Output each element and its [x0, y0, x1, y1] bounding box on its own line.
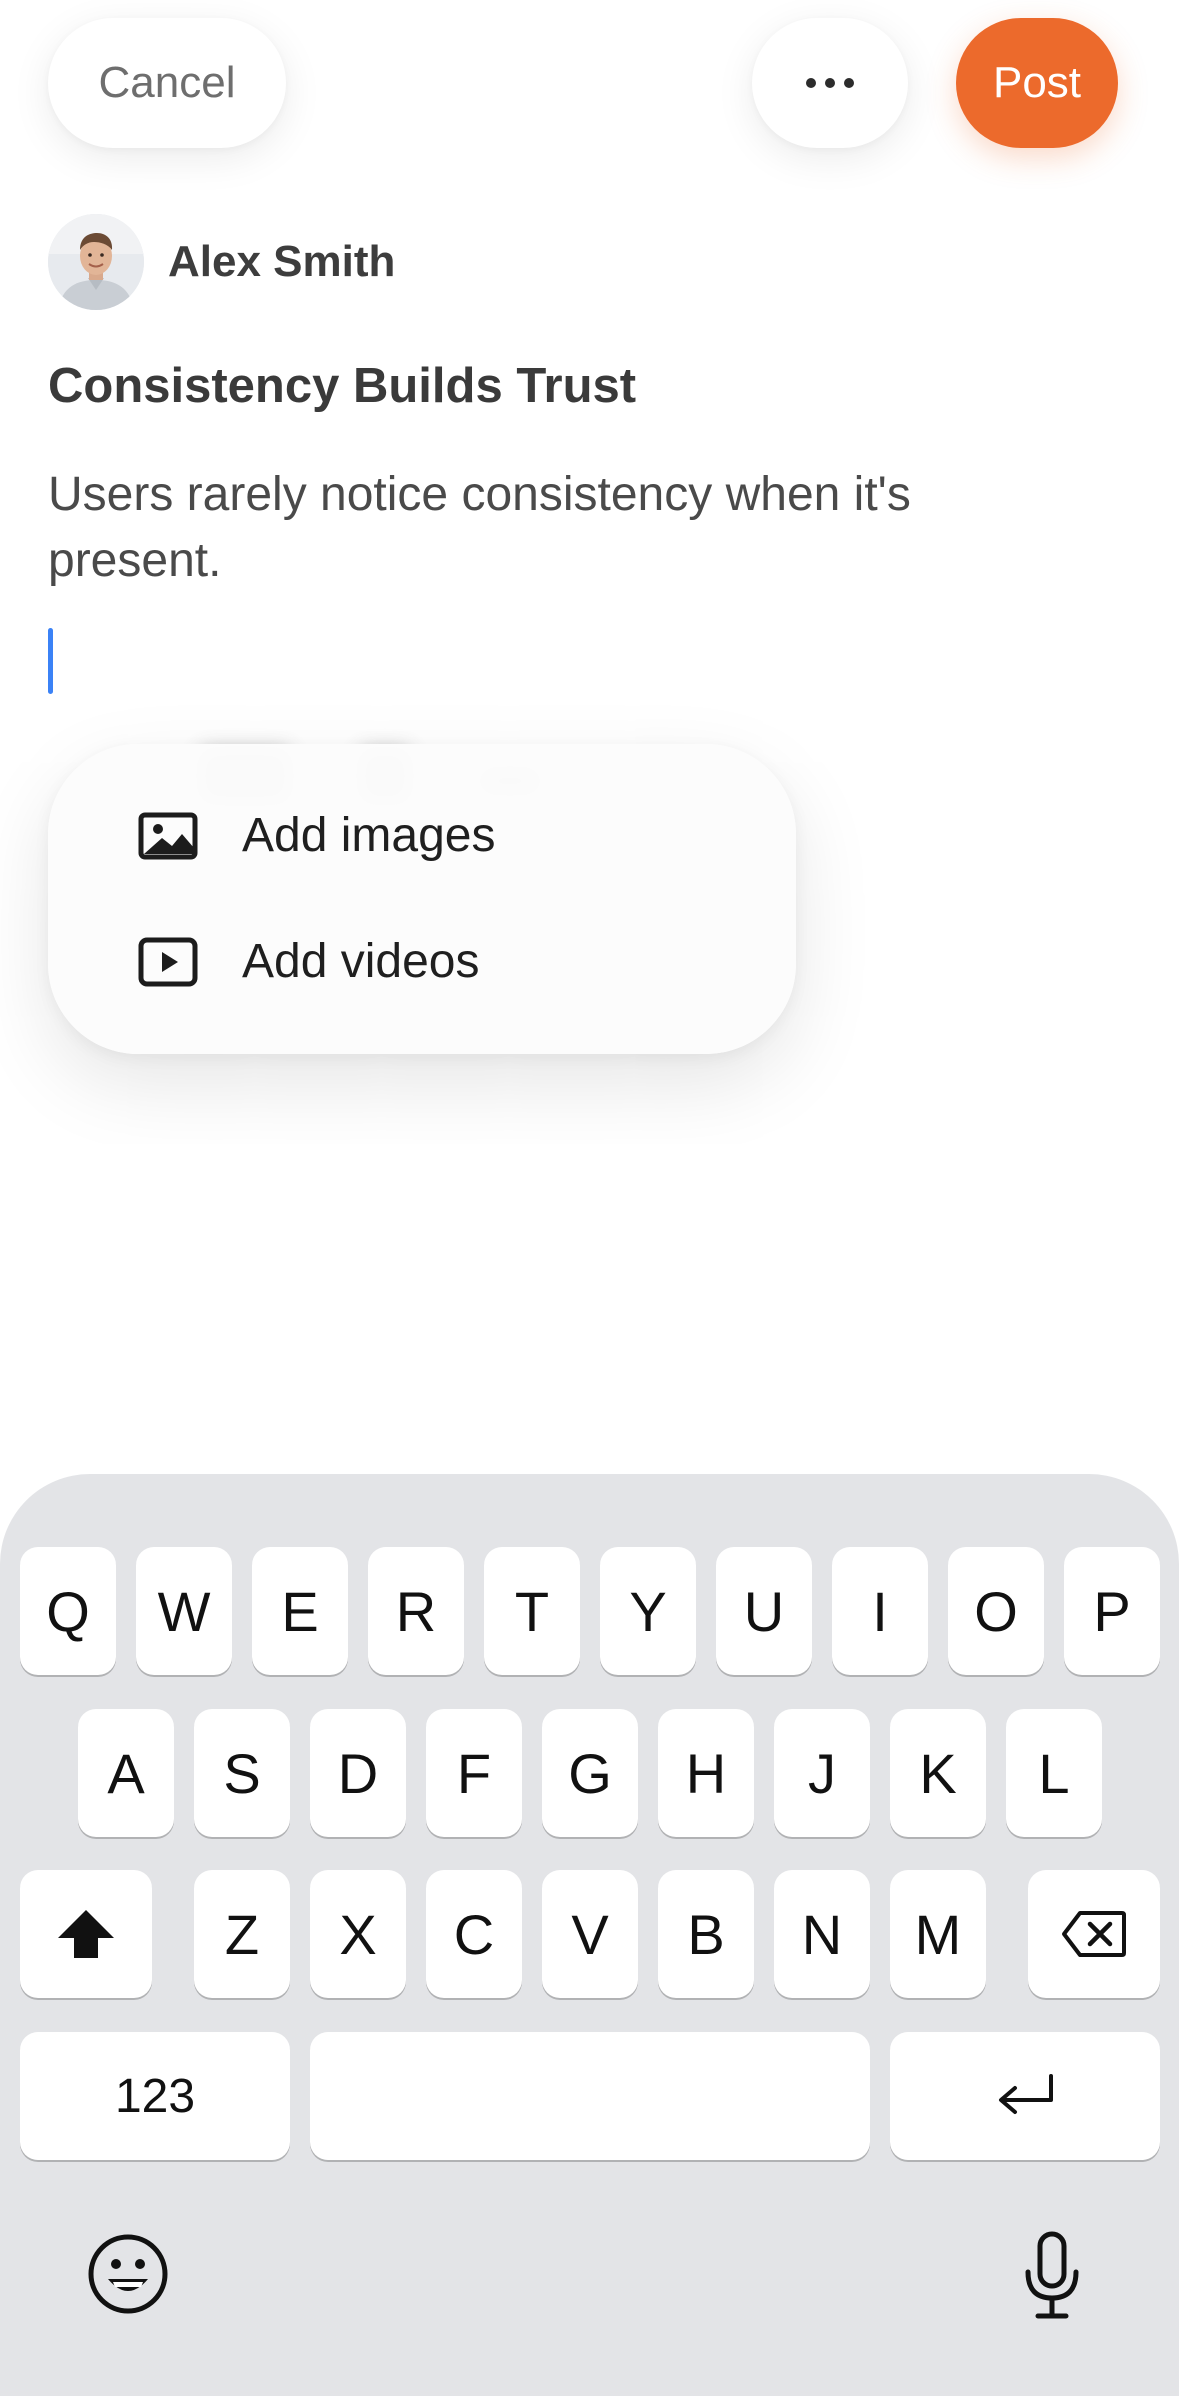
post-button[interactable]: Post	[956, 18, 1118, 148]
menu-item-label: Add images	[242, 809, 496, 862]
key-z[interactable]: Z	[194, 1870, 290, 1998]
key-y[interactable]: Y	[600, 1547, 696, 1675]
post-title[interactable]: Consistency Builds Trust	[48, 358, 636, 414]
shift-icon	[58, 1910, 114, 1958]
return-key[interactable]	[890, 2032, 1160, 2160]
key-l[interactable]: L	[1006, 1709, 1102, 1837]
key-b[interactable]: B	[658, 1870, 754, 1998]
space-key[interactable]	[310, 2032, 870, 2160]
menu-item-add-images[interactable]: Add images	[138, 808, 495, 863]
image-icon	[138, 810, 198, 862]
key-c[interactable]: C	[426, 1870, 522, 1998]
attach-media-menu: Add images Add videos	[48, 744, 796, 1054]
key-o[interactable]: O	[948, 1547, 1044, 1675]
return-icon	[999, 2074, 1053, 2114]
key-m[interactable]: M	[890, 1870, 986, 1998]
microphone-icon[interactable]	[1010, 2228, 1094, 2324]
backspace-key[interactable]	[1028, 1870, 1160, 1998]
key-x[interactable]: X	[310, 1870, 406, 1998]
cancel-button[interactable]: Cancel	[48, 18, 286, 148]
key-h[interactable]: H	[658, 1709, 754, 1837]
backspace-icon	[1062, 1911, 1126, 1957]
text-cursor	[48, 628, 53, 694]
ellipsis-icon	[806, 78, 854, 88]
keyboard: Q W E R T Y U I O P A S D F G H J K L Z …	[0, 1474, 1179, 2396]
numbers-key[interactable]: 123	[20, 2032, 290, 2160]
video-icon	[138, 936, 198, 988]
shift-key[interactable]	[20, 1870, 152, 1998]
key-e[interactable]: E	[252, 1547, 348, 1675]
key-i[interactable]: I	[832, 1547, 928, 1675]
key-t[interactable]: T	[484, 1547, 580, 1675]
key-j[interactable]: J	[774, 1709, 870, 1837]
author-row: Alex Smith	[48, 214, 395, 310]
key-w[interactable]: W	[136, 1547, 232, 1675]
key-q[interactable]: Q	[20, 1547, 116, 1675]
user-avatar-icon	[48, 214, 144, 310]
post-body[interactable]: Users rarely notice consistency when it'…	[48, 462, 1088, 594]
key-k[interactable]: K	[890, 1709, 986, 1837]
menu-item-add-videos[interactable]: Add videos	[138, 934, 480, 989]
key-d[interactable]: D	[310, 1709, 406, 1837]
avatar[interactable]	[48, 214, 144, 310]
key-f[interactable]: F	[426, 1709, 522, 1837]
key-v[interactable]: V	[542, 1870, 638, 1998]
author-name: Alex Smith	[168, 237, 396, 286]
key-g[interactable]: G	[542, 1709, 638, 1837]
key-u[interactable]: U	[716, 1547, 812, 1675]
key-n[interactable]: N	[774, 1870, 870, 1998]
key-s[interactable]: S	[194, 1709, 290, 1837]
emoji-icon[interactable]	[84, 2230, 172, 2318]
compose-post-screen: Cancel Post Alex Smith Consistency Build…	[0, 0, 1179, 2396]
key-r[interactable]: R	[368, 1547, 464, 1675]
more-options-button[interactable]	[752, 18, 908, 148]
menu-item-label: Add videos	[242, 935, 480, 988]
key-a[interactable]: A	[78, 1709, 174, 1837]
key-p[interactable]: P	[1064, 1547, 1160, 1675]
